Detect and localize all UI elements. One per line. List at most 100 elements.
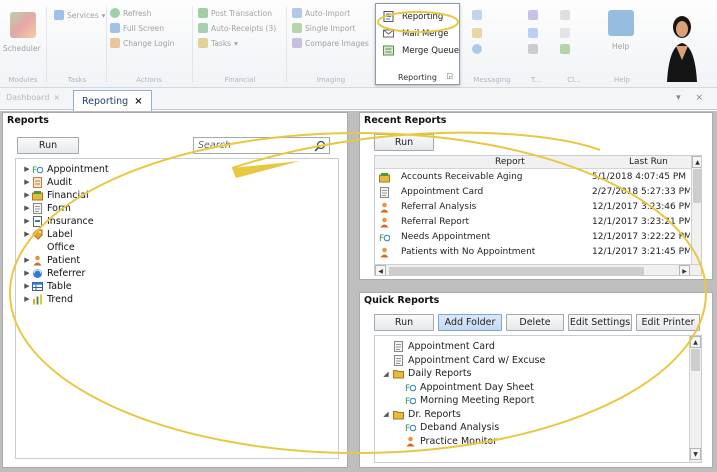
folder-item[interactable]: ◢ Daily Reports xyxy=(381,367,471,380)
c-button-3[interactable] xyxy=(560,44,570,54)
scroll-thumb[interactable] xyxy=(691,349,700,371)
tree-item-trend[interactable]: ▶ Trend xyxy=(22,293,73,305)
search-input[interactable]: Search xyxy=(193,137,330,154)
collapse-arrow-icon[interactable]: ◢ xyxy=(381,410,391,418)
run-button[interactable]: Run xyxy=(374,314,434,331)
scroll-up-arrow[interactable]: ▲ xyxy=(692,156,701,168)
form-icon xyxy=(393,341,404,352)
scroll-left-arrow[interactable]: ◀ xyxy=(375,265,386,275)
t-button[interactable] xyxy=(528,10,538,20)
expand-arrow-icon[interactable]: ▶ xyxy=(22,230,32,238)
t-button-2[interactable] xyxy=(528,28,538,38)
run-button[interactable]: Run xyxy=(374,134,434,151)
t-button-3[interactable] xyxy=(528,44,538,54)
tree-item-patient[interactable]: ▶ Patient xyxy=(22,254,80,266)
add-folder-button[interactable]: Add Folder xyxy=(438,314,502,331)
tree-item-audit[interactable]: ▶ Audit xyxy=(22,176,72,188)
help-icon[interactable] xyxy=(608,10,634,36)
expand-arrow-icon[interactable]: ▶ xyxy=(22,165,32,173)
tree-item-form[interactable]: ▶ Form xyxy=(22,202,71,214)
auto-import-button[interactable]: Auto-Import xyxy=(292,8,350,18)
last-run-cell: 12/1/2017 3:21:45 PM xyxy=(592,247,690,257)
vertical-scrollbar[interactable]: ▲ xyxy=(691,156,701,264)
table-row[interactable]: Referral Report 12/1/2017 3:23:21 PM xyxy=(375,215,691,229)
scroll-right-arrow[interactable]: ▶ xyxy=(679,265,690,275)
ribbon-group-label: Cl... xyxy=(567,76,581,84)
quick-report-item[interactable]: F Morning Meeting Report xyxy=(405,394,534,407)
quick-report-item[interactable]: F Appointment Day Sheet xyxy=(405,381,534,394)
tree-item-financial[interactable]: ▶ Financial xyxy=(22,189,88,201)
c-button-2[interactable] xyxy=(560,28,570,38)
tab-controls[interactable]: ▾ × xyxy=(676,93,709,103)
column-header-report[interactable]: Report xyxy=(495,157,525,167)
single-import-button[interactable]: Single Import xyxy=(292,23,355,33)
scheduler-icon[interactable] xyxy=(10,12,36,38)
expand-arrow-icon[interactable]: ▶ xyxy=(22,191,32,199)
messaging-button-2[interactable] xyxy=(472,28,482,38)
column-header-last-run[interactable]: Last Run xyxy=(629,157,668,167)
edit-settings-button[interactable]: Edit Settings xyxy=(568,314,632,331)
quick-report-item[interactable]: F Deband Analysis xyxy=(405,421,499,434)
expand-arrow-icon[interactable]: ▶ xyxy=(22,178,32,186)
full-screen-button[interactable]: Full Screen xyxy=(110,23,164,33)
edit-printer-button[interactable]: Edit Printer xyxy=(636,314,700,331)
vertical-scrollbar[interactable]: ▲ ▼ xyxy=(689,336,701,462)
financial-tasks-button[interactable]: Tasks ▾ xyxy=(198,38,238,48)
reporting-button[interactable]: Reporting xyxy=(383,11,443,22)
table-row[interactable]: Accounts Receivable Aging 5/1/2018 4:07:4… xyxy=(375,170,691,184)
merge-queue-button[interactable]: Merge Queue xyxy=(383,45,459,56)
scroll-thumb[interactable] xyxy=(389,267,644,275)
search-icon[interactable] xyxy=(314,140,326,152)
mail-merge-button[interactable]: Mail Merge xyxy=(383,28,449,39)
scroll-thumb[interactable] xyxy=(693,169,701,203)
refresh-button[interactable]: Refresh xyxy=(110,8,151,18)
tree-item-insurance[interactable]: ▶ Insurance xyxy=(22,215,94,227)
run-button[interactable]: Run xyxy=(17,137,79,154)
compare-images-button[interactable]: Compare Images xyxy=(292,38,369,48)
c-button[interactable] xyxy=(560,10,570,20)
horizontal-scrollbar[interactable]: ◀ ▶ xyxy=(375,264,701,275)
close-icon[interactable]: × xyxy=(134,96,142,107)
tab-reporting[interactable]: Reporting × xyxy=(73,90,152,111)
svg-text:F: F xyxy=(379,234,384,243)
reporting-icon xyxy=(383,11,394,22)
expand-arrow-icon[interactable]: ▶ xyxy=(22,204,32,212)
expand-arrow-icon[interactable]: ▶ xyxy=(22,295,32,303)
svg-text:F: F xyxy=(405,397,410,406)
group-launcher-icon[interactable]: ◲ xyxy=(446,72,453,80)
last-run-cell: 5/1/2018 4:07:45 PM xyxy=(592,172,687,182)
expand-arrow-icon[interactable]: ▶ xyxy=(22,217,32,225)
table-row[interactable]: Referral Analysis 12/1/2017 3:23:46 PM xyxy=(375,200,691,214)
messaging-button-3[interactable] xyxy=(472,44,482,54)
scheduler-button[interactable]: Scheduler xyxy=(3,44,41,53)
delete-button[interactable]: Delete xyxy=(506,314,564,331)
quick-report-item[interactable]: Appointment Card xyxy=(393,340,495,353)
quick-report-item[interactable]: Practice Monitor xyxy=(405,435,497,448)
tree-item-appointment[interactable]: ▶ F Appointment xyxy=(22,163,108,176)
close-icon[interactable]: × xyxy=(53,93,60,102)
post-transaction-button[interactable]: Post Transaction xyxy=(198,8,272,18)
tree-item-office[interactable]: Office xyxy=(22,241,75,253)
table-row[interactable]: Patients with No Appointment 12/1/2017 3:… xyxy=(375,245,691,259)
collapse-arrow-icon[interactable]: ◢ xyxy=(381,370,391,378)
change-login-button[interactable]: Change Login xyxy=(110,38,174,48)
tree-item-label[interactable]: ▶ Label xyxy=(22,228,72,240)
avatar[interactable] xyxy=(663,12,701,82)
expand-arrow-icon[interactable]: ▶ xyxy=(22,282,32,290)
tree-item-referrer[interactable]: ▶ Referrer xyxy=(22,267,85,279)
tab-dashboard[interactable]: Dashboard × xyxy=(6,93,60,102)
messaging-button[interactable] xyxy=(472,10,482,20)
expand-arrow-icon[interactable]: ▶ xyxy=(22,269,32,277)
help-button[interactable]: Help xyxy=(612,42,629,51)
appointment-icon: F xyxy=(32,164,44,176)
table-row[interactable]: Appointment Card 2/27/2018 5:27:33 PM xyxy=(375,185,691,199)
table-row[interactable]: F Needs Appointment 12/1/2017 3:22:22 PM xyxy=(375,230,691,244)
scroll-down-arrow[interactable]: ▼ xyxy=(690,448,701,460)
expand-arrow-icon[interactable]: ▶ xyxy=(22,256,32,264)
quick-report-item[interactable]: Appointment Card w/ Excuse xyxy=(393,354,545,367)
tree-item-table[interactable]: ▶ Table xyxy=(22,280,71,292)
scroll-up-arrow[interactable]: ▲ xyxy=(690,336,701,348)
auto-receipts-button[interactable]: Auto-Receipts (3) xyxy=(198,23,276,33)
folder-item[interactable]: ◢ Dr. Reports xyxy=(381,408,461,421)
services-button[interactable]: Services ▾ xyxy=(54,10,105,20)
